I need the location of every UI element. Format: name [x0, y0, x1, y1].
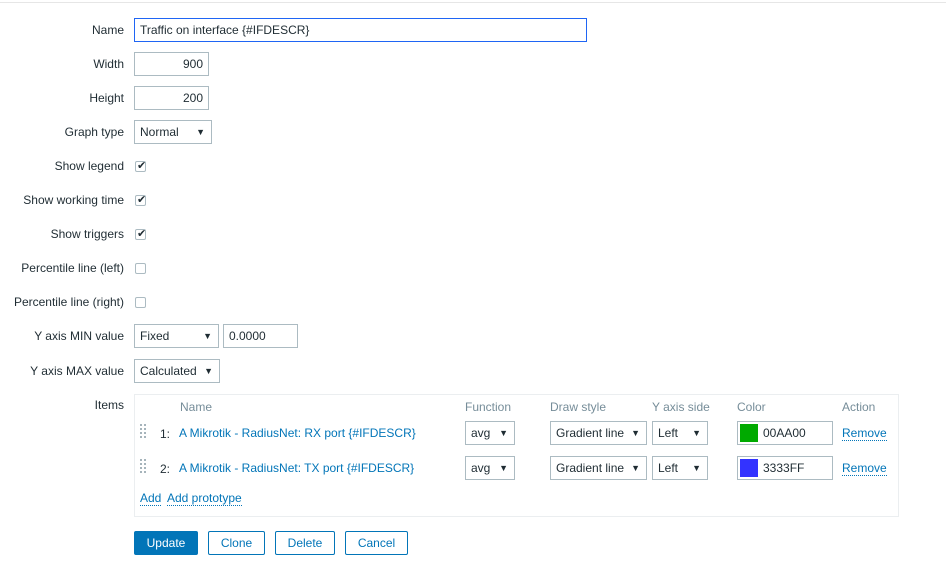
drag-handle-icon[interactable] [140, 459, 146, 475]
chevron-down-icon: ▼ [499, 428, 508, 438]
item-y-axis-side-select[interactable]: Left ▼ [652, 456, 708, 480]
column-header-function: Function [465, 400, 512, 414]
chevron-down-icon: ▼ [499, 463, 508, 473]
name-input[interactable]: Traffic on interface {#IFDESCR} [134, 18, 587, 42]
ymin-value-input[interactable]: 0.0000 [223, 324, 298, 348]
ymin-type-select[interactable]: Fixed ▼ [134, 324, 219, 348]
item-function-select[interactable]: avg ▼ [465, 456, 515, 480]
chevron-down-icon: ▼ [196, 127, 205, 137]
item-y-axis-side-value: Left [658, 461, 679, 475]
ymax-type-select[interactable]: Calculated ▼ [134, 359, 220, 383]
add-prototype-link[interactable]: Add prototype [167, 491, 242, 506]
item-draw-style-value: Gradient line [556, 426, 625, 440]
show-working-time-checkbox[interactable]: ✔ [135, 194, 147, 206]
update-button[interactable]: Update [134, 531, 198, 555]
color-swatch-fill [740, 459, 758, 477]
width-label: Width [93, 57, 124, 71]
chevron-down-icon: ▼ [692, 463, 701, 473]
checkmark-icon: ✔ [137, 228, 147, 240]
show-legend-label: Show legend [54, 159, 124, 173]
percentile-right-checkbox[interactable] [135, 297, 146, 308]
show-triggers-label: Show triggers [50, 227, 124, 241]
item-function-value: avg [471, 461, 491, 475]
ymin-type-value: Fixed [140, 329, 170, 343]
delete-button[interactable]: Delete [275, 531, 335, 555]
show-triggers-checkbox[interactable]: ✔ [135, 228, 147, 240]
chevron-down-icon: ▼ [631, 428, 640, 438]
item-number: 1: [160, 427, 171, 441]
ymin-label: Y axis MIN value [34, 329, 124, 343]
column-header-draw-style: Draw style [550, 400, 607, 414]
drag-handle-icon[interactable] [140, 424, 146, 440]
show-working-time-label: Show working time [23, 193, 124, 207]
color-swatch-fill [740, 424, 758, 442]
item-function-value: avg [471, 426, 491, 440]
item-y-axis-side-value: Left [658, 426, 679, 440]
top-divider [0, 2, 946, 3]
name-label: Name [91, 23, 124, 37]
item-number: 2: [160, 462, 171, 476]
column-header-action: Action [842, 400, 876, 414]
remove-link[interactable]: Remove [842, 461, 887, 476]
height-label: Height [89, 91, 124, 105]
show-legend-checkbox[interactable]: ✔ [135, 160, 147, 172]
item-draw-style-select[interactable]: Gradient line ▼ [550, 421, 647, 445]
column-header-y-axis-side: Y axis side [652, 400, 710, 414]
item-function-select[interactable]: avg ▼ [465, 421, 515, 445]
width-input[interactable]: 900 [134, 52, 209, 76]
graph-type-label: Graph type [64, 125, 124, 139]
items-label: Items [94, 398, 124, 412]
chevron-down-icon: ▼ [631, 463, 640, 473]
checkmark-icon: ✔ [137, 160, 147, 172]
graph-type-select[interactable]: Normal ▼ [134, 120, 212, 144]
clone-button[interactable]: Clone [208, 531, 265, 555]
chevron-down-icon: ▼ [203, 331, 212, 341]
add-item-link[interactable]: Add [140, 491, 162, 506]
height-input[interactable]: 200 [134, 86, 209, 110]
graph-type-value: Normal [140, 125, 179, 139]
column-header-name: Name [180, 400, 213, 414]
item-y-axis-side-select[interactable]: Left ▼ [652, 421, 708, 445]
remove-link[interactable]: Remove [842, 426, 887, 441]
percentile-left-checkbox[interactable] [135, 263, 146, 274]
item-name-link[interactable]: A Mikrotik - RadiusNet: TX port {#IFDESC… [179, 461, 414, 475]
cancel-button[interactable]: Cancel [345, 531, 408, 555]
chevron-down-icon: ▼ [204, 366, 213, 376]
item-name-link[interactable]: A Mikrotik - RadiusNet: RX port {#IFDESC… [179, 426, 416, 440]
item-draw-style-select[interactable]: Gradient line ▼ [550, 456, 647, 480]
percentile-right-label: Percentile line (right) [13, 295, 124, 309]
ymax-label: Y axis MAX value [30, 364, 124, 378]
ymax-type-value: Calculated [140, 364, 197, 378]
column-header-color: Color [737, 400, 766, 414]
percentile-left-label: Percentile line (left) [21, 261, 124, 275]
checkmark-icon: ✔ [137, 194, 147, 206]
item-draw-style-value: Gradient line [556, 461, 625, 475]
chevron-down-icon: ▼ [692, 428, 701, 438]
